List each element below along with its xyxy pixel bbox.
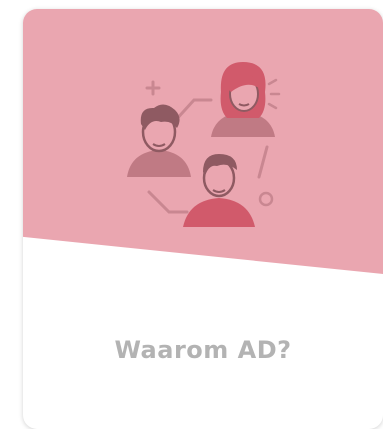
- card-title: Waarom AD?: [114, 336, 292, 364]
- info-card[interactable]: Waarom AD?: [23, 9, 383, 429]
- team-illustration-icon: [127, 62, 281, 227]
